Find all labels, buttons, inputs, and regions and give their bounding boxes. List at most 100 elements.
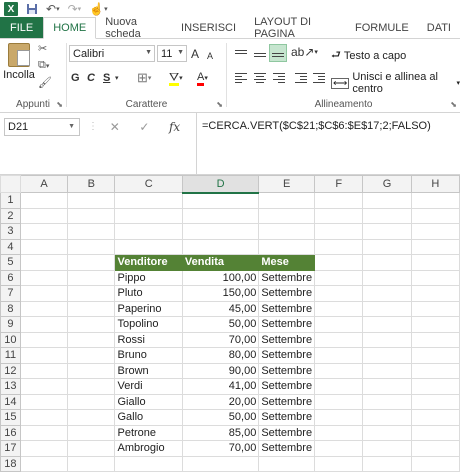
cell-venditore[interactable]: Topolino [114, 316, 183, 333]
underline-button[interactable]: S [103, 69, 110, 87]
cell[interactable] [181, 192, 260, 209]
row-header[interactable]: 11 [0, 347, 21, 364]
cell[interactable] [19, 347, 69, 364]
cell[interactable] [19, 455, 69, 472]
cell[interactable] [19, 254, 69, 271]
cell[interactable] [362, 362, 412, 379]
cell-venditore[interactable]: Rossi [114, 331, 183, 348]
cell[interactable] [314, 362, 364, 379]
cell[interactable] [181, 207, 260, 224]
cell[interactable] [258, 223, 316, 240]
cell[interactable] [67, 347, 116, 364]
cell[interactable] [410, 378, 460, 395]
cell[interactable] [19, 409, 69, 426]
cell[interactable] [258, 238, 316, 255]
row-header[interactable]: 7 [0, 285, 21, 302]
column-header-f[interactable]: F [314, 175, 364, 193]
select-all-corner[interactable] [0, 175, 21, 193]
cell[interactable] [410, 223, 460, 240]
cell[interactable] [314, 207, 364, 224]
cell[interactable] [19, 440, 69, 457]
cell[interactable] [314, 378, 364, 395]
tab-file[interactable]: FILE [0, 17, 44, 38]
cell-venditore[interactable]: Pluto [114, 285, 183, 302]
tab-layout-di-pagina[interactable]: LAYOUT DI PAGINA [245, 16, 346, 40]
cell[interactable] [410, 316, 460, 333]
cell-vendita[interactable]: 90,00 [181, 362, 260, 379]
tab-inserisci[interactable]: INSERISCI [172, 17, 245, 38]
row-header[interactable]: 1 [0, 192, 21, 209]
row-header[interactable]: 3 [0, 223, 21, 240]
cell[interactable] [258, 207, 316, 224]
column-header-h[interactable]: H [410, 175, 460, 193]
cell[interactable] [362, 455, 412, 472]
cell[interactable] [362, 254, 412, 271]
cell[interactable] [314, 269, 364, 286]
column-header-e[interactable]: E [258, 175, 316, 193]
cell[interactable] [314, 300, 364, 317]
cell[interactable] [19, 316, 69, 333]
cell[interactable] [67, 424, 116, 441]
cell[interactable] [19, 378, 69, 395]
cell[interactable] [362, 409, 412, 426]
font-launcher-icon[interactable]: ⬊ [216, 100, 223, 109]
cell[interactable] [67, 207, 116, 224]
cell[interactable] [362, 424, 412, 441]
row-header[interactable]: 12 [0, 362, 21, 379]
row-header[interactable]: 10 [0, 331, 21, 348]
borders-icon[interactable]: ⊞ ▾ [137, 69, 151, 87]
row-header[interactable]: 9 [0, 316, 21, 333]
chevron-down-icon[interactable]: ▾ [115, 69, 119, 87]
cell[interactable] [410, 192, 460, 209]
cell-vendita[interactable]: 50,00 [181, 409, 260, 426]
confirm-icon[interactable]: ✓ [139, 120, 149, 134]
cell-venditore[interactable]: Giallo [114, 393, 183, 410]
cell-vendita[interactable]: 100,00 [181, 269, 260, 286]
cell[interactable] [410, 300, 460, 317]
cell[interactable] [314, 192, 364, 209]
cell-vendita[interactable]: 45,00 [181, 300, 260, 317]
cut-icon[interactable]: ✂ [38, 42, 47, 55]
row-header[interactable]: 8 [0, 300, 21, 317]
header-cell-vendita[interactable]: Vendita [181, 254, 260, 271]
cell[interactable] [362, 393, 412, 410]
cell[interactable] [67, 316, 116, 333]
cell[interactable] [314, 409, 364, 426]
increase-indent-button[interactable] [311, 70, 327, 86]
cell[interactable] [114, 192, 183, 209]
header-cell-mese[interactable]: Mese [258, 254, 316, 271]
cell[interactable] [181, 238, 260, 255]
cell-mese[interactable]: Settembre [258, 362, 316, 379]
align-left-button[interactable] [233, 70, 249, 86]
grow-font-button[interactable]: A [191, 45, 199, 63]
column-header-c[interactable]: C [114, 175, 183, 193]
italic-button[interactable]: C [87, 69, 95, 87]
cell[interactable] [19, 424, 69, 441]
cell[interactable] [410, 440, 460, 457]
cell[interactable] [314, 424, 364, 441]
cell-vendita[interactable]: 70,00 [181, 331, 260, 348]
cell-mese[interactable]: Settembre [258, 424, 316, 441]
cell-mese[interactable]: Settembre [258, 331, 316, 348]
cell[interactable] [314, 347, 364, 364]
cell[interactable] [67, 378, 116, 395]
shrink-font-button[interactable]: A [207, 47, 213, 65]
cell[interactable] [362, 223, 412, 240]
cell[interactable] [67, 362, 116, 379]
cell[interactable] [314, 455, 364, 472]
row-header[interactable]: 6 [0, 269, 21, 286]
cell[interactable] [314, 393, 364, 410]
name-box[interactable]: D21 ▼ [4, 118, 80, 136]
cell[interactable] [19, 192, 69, 209]
cell-mese[interactable]: Settembre [258, 378, 316, 395]
fill-color-icon[interactable]: ⛛ ▾ [169, 69, 183, 87]
cell[interactable] [362, 331, 412, 348]
cell-vendita[interactable]: 20,00 [181, 393, 260, 410]
orientation-icon[interactable]: ab↗ ▾ [291, 43, 318, 61]
save-icon[interactable] [26, 3, 38, 15]
tab-dati[interactable]: DATI [418, 17, 460, 38]
cell[interactable] [67, 331, 116, 348]
font-size-select[interactable]: 11 ▼ [157, 45, 187, 62]
cell[interactable] [410, 393, 460, 410]
cell[interactable] [19, 300, 69, 317]
